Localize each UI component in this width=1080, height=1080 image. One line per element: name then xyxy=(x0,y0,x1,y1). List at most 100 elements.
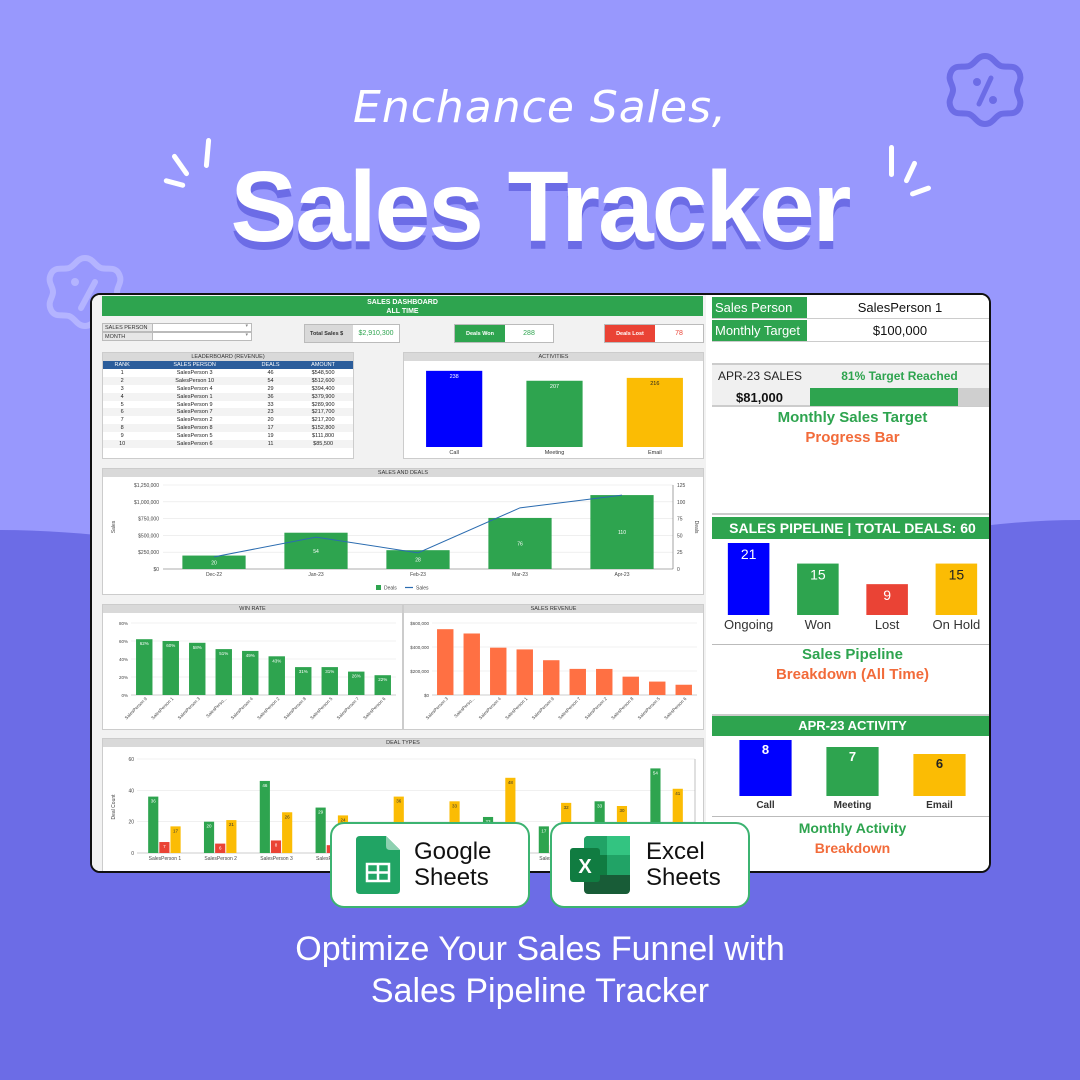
y-tick-label: $1,000,000 xyxy=(134,500,159,506)
data-label: 20 xyxy=(207,824,213,829)
chart-title: ACTIVITIES xyxy=(404,353,703,361)
filter-label: SALES PERSON xyxy=(103,324,153,331)
sales-line xyxy=(213,494,623,558)
excel-icon: X xyxy=(570,836,630,894)
bar xyxy=(569,668,586,695)
y-tick-label: 80% xyxy=(119,621,128,626)
monthly-target-value[interactable]: $100,000 xyxy=(807,320,989,341)
y-tick-label: 60% xyxy=(119,639,128,644)
bar xyxy=(675,684,692,695)
table-cell: SalesPerson 7 xyxy=(141,408,248,417)
data-label: 26 xyxy=(285,814,291,819)
x-tick-label: SalesPerson 3 xyxy=(177,696,202,721)
x-tick-label: Apr-23 xyxy=(614,572,629,578)
data-label: 43% xyxy=(272,658,281,663)
month-dropdown[interactable] xyxy=(153,332,251,340)
y-tick-label: $750,000 xyxy=(138,517,159,523)
win-rate-chart: WIN RATE 0% 20% 40% 60% 80% 62% SalesPerson 9 6… xyxy=(102,604,403,730)
bar xyxy=(148,796,159,853)
y-tick-label: $1,250,000 xyxy=(134,483,159,489)
sales-person-dropdown[interactable] xyxy=(153,323,251,331)
activities-plot: 238 Call 207 Meeting 216 Email xyxy=(426,370,683,456)
table-cell: 7 xyxy=(120,417,124,424)
table-cell: 10 xyxy=(103,440,142,448)
data-label: 54 xyxy=(653,770,659,775)
table-cell: SalesPerson 2 xyxy=(176,417,213,424)
kpi-deals-won: Deals Won 288 xyxy=(454,324,554,343)
activity-header: APR-23 ACTIVITY xyxy=(712,716,989,736)
x-tick-label: SalesPerso... xyxy=(453,696,475,718)
bar xyxy=(259,780,270,853)
data-label: 58% xyxy=(193,645,202,650)
bar xyxy=(516,649,533,695)
x-tick-label: SalesPerso... xyxy=(205,696,227,718)
data-label: 62% xyxy=(140,641,149,646)
table-cell: 29 xyxy=(267,385,274,392)
bottom-tagline-line1: Optimize Your Sales Funnel with xyxy=(295,930,785,968)
kpi-total-sales: Total Sales $ $2,910,300 xyxy=(304,324,400,343)
table-cell: 8 xyxy=(103,424,142,433)
table-cell: $548,500 xyxy=(311,369,335,376)
sales-person-select[interactable]: SalesPerson 1 xyxy=(807,297,989,318)
y2-tick-label: 0 xyxy=(677,567,680,573)
x-tick-label: SalesPerson 1 xyxy=(150,696,175,721)
win-rate-plot: 0% 20% 40% 60% 80% 62% SalesPerson 9 60% SalesPe… xyxy=(119,621,396,721)
kpi-value: 288 xyxy=(505,325,553,342)
kpi-value: $2,910,300 xyxy=(353,325,399,342)
data-label: 49% xyxy=(246,653,255,658)
table-cell: 19 xyxy=(267,433,274,440)
table-cell: 23 xyxy=(247,408,294,417)
pipeline-header: SALES PIPELINE | TOTAL DEALS: 60 xyxy=(712,517,989,539)
data-label: 21 xyxy=(229,822,235,827)
category-label: Email xyxy=(926,800,953,811)
table-cell: 33 xyxy=(267,401,274,408)
month-sales-label: APR-23 SALES xyxy=(718,369,803,383)
x-tick-label: SalesPerson 4 xyxy=(230,696,255,721)
data-label: 30 xyxy=(619,808,625,813)
dashboard-title-line2: ALL TIME xyxy=(386,308,419,315)
sales-revenue-chart: SALES REVENUE $0 $200,000 $400,000 $600,000… xyxy=(403,604,704,730)
table-cell: SalesPerson 3 xyxy=(176,369,213,376)
bar xyxy=(189,642,206,695)
bar xyxy=(426,370,483,447)
kpi-label: Total Sales $ xyxy=(305,325,353,342)
sales-person-label: Sales Person xyxy=(712,297,807,318)
x-tick-label: SalesPerson 1 xyxy=(149,856,182,862)
app-name-line1: Excel xyxy=(646,838,705,865)
category-label: Meeting xyxy=(834,800,872,811)
x-tick-label: SalesPerson 9 xyxy=(531,696,556,721)
data-label: 46 xyxy=(262,783,268,788)
category-label: Ongoing xyxy=(724,617,773,632)
x-tick-label: SalesPerson 8 xyxy=(610,696,635,721)
legend-label: Deals xyxy=(384,586,397,592)
x-tick-label: Feb-23 xyxy=(410,572,426,578)
filter-month[interactable]: MONTH xyxy=(102,332,252,341)
filter-label: MONTH xyxy=(103,333,153,340)
activity-caption-2: Breakdown xyxy=(814,840,891,856)
filter-sales-person[interactable]: SALES PERSON xyxy=(102,323,252,332)
x-tick-label: SalesPerson 8 xyxy=(283,696,308,721)
data-label: 31% xyxy=(299,669,308,674)
y-tick-label: $0 xyxy=(153,567,159,573)
table-row: 4 SalesPerson 1 36 $379,900 xyxy=(103,392,353,401)
x-tick-label: SalesPerson 4 xyxy=(478,696,503,721)
dashboard-title: SALES DASHBOARD ALL TIME xyxy=(102,296,703,316)
bottom-tagline-line2: Sales Pipeline Tracker xyxy=(370,972,710,1010)
table-cell: 2 xyxy=(103,376,142,385)
table-cell: 46 xyxy=(267,369,274,376)
x-tick-label: SalesPerson 9 xyxy=(124,696,149,721)
data-label: 33 xyxy=(452,803,458,808)
x-tick-label: SalesPerson 3 xyxy=(260,856,293,862)
x-tick-label: SalesPerson 1 xyxy=(504,696,529,721)
data-label: 9 xyxy=(883,587,891,603)
google-sheets-card: Google Sheets xyxy=(330,822,530,908)
column-header: DEALS xyxy=(247,361,294,369)
table-row: 8 SalesPerson 8 17 $152,800 xyxy=(103,424,353,433)
table-cell: 20 xyxy=(267,417,274,424)
sparkle-icon xyxy=(889,145,894,177)
y-tick-label: $600,000 xyxy=(410,621,429,626)
data-label: 36 xyxy=(396,799,402,804)
app-name-line2: Sheets xyxy=(414,864,489,891)
sales-and-deals-plot: $0 0 $250,000 25 $500,000 50 $750,000 75 $1,000,… xyxy=(111,483,699,592)
table-cell: $217,700 xyxy=(293,408,353,417)
